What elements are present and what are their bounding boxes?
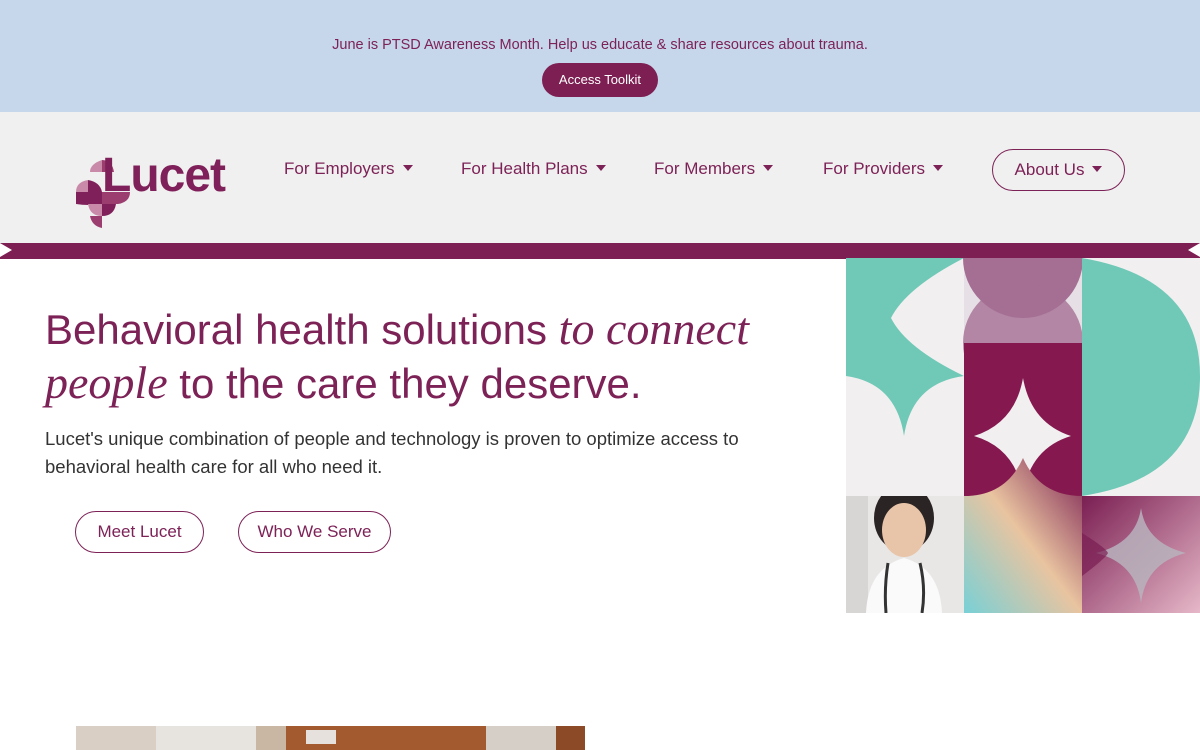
nav-label: About Us <box>1014 160 1085 179</box>
nav-for-employers[interactable]: For Employers <box>284 159 413 181</box>
caret-down-icon <box>402 165 413 171</box>
caret-down-icon <box>933 165 944 171</box>
nav-label: For Providers <box>823 159 926 178</box>
access-toolkit-button[interactable]: Access Toolkit <box>542 63 658 97</box>
hero-heading-part: to the care they deserve. <box>167 360 642 407</box>
nav-label: For Employers <box>284 159 395 178</box>
nav-about-us[interactable]: About Us <box>992 149 1125 191</box>
hero-heading: Behavioral health solutions to connect p… <box>45 302 805 410</box>
hero-illustration <box>846 258 1200 613</box>
announcement-banner: June is PTSD Awareness Month. Help us ed… <box>0 0 1200 112</box>
hero-heading-italic: to connect <box>558 303 749 354</box>
section-image <box>76 726 585 750</box>
logo[interactable]: Lucet <box>72 149 242 230</box>
hero-subtitle: Lucet's unique combination of people and… <box>45 428 739 477</box>
nav-for-members[interactable]: For Members <box>654 159 774 181</box>
announcement-text: June is PTSD Awareness Month. Help us ed… <box>332 37 868 53</box>
caret-down-icon <box>763 165 774 171</box>
nav-label: For Members <box>654 159 756 178</box>
logo-text: Lucet <box>102 149 226 202</box>
caret-down-icon <box>1092 166 1103 172</box>
caret-down-icon <box>595 165 606 171</box>
meet-lucet-button[interactable]: Meet Lucet <box>75 511 204 553</box>
site-header: Lucet For Employers For Health Plans For… <box>0 112 1200 244</box>
nav-for-providers[interactable]: For Providers <box>823 159 944 181</box>
hero-heading-part: Behavioral health solutions <box>45 306 559 353</box>
nav-for-health-plans[interactable]: For Health Plans <box>461 159 606 181</box>
hero-heading-italic: people <box>45 357 168 408</box>
nav-label: For Health Plans <box>461 159 588 178</box>
who-we-serve-button[interactable]: Who We Serve <box>238 511 391 553</box>
header-divider-band <box>0 243 1200 259</box>
